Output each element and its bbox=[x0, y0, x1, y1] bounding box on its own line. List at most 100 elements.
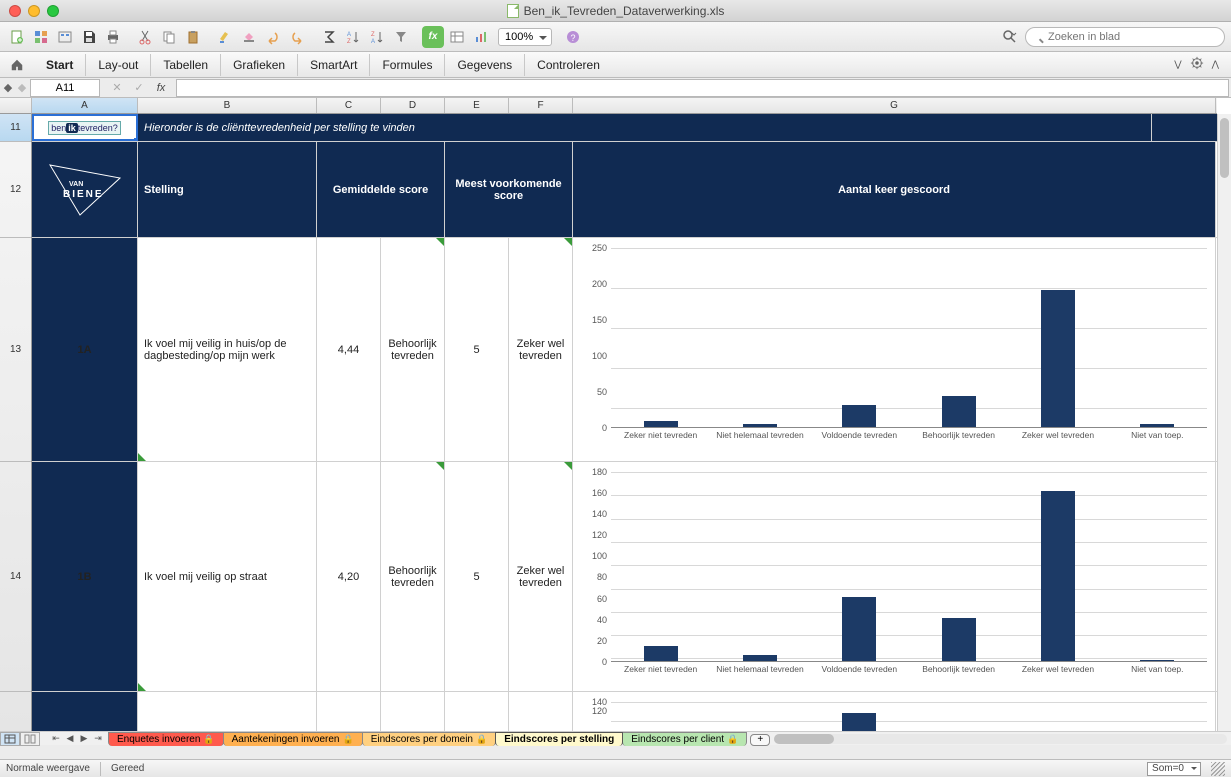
search-dropdown-button[interactable] bbox=[999, 26, 1021, 48]
template-button[interactable] bbox=[54, 26, 76, 48]
cell-b11-merged[interactable]: Hieronder is de cliënttevredenheid per s… bbox=[138, 114, 1152, 141]
sheet-tab-enquetes[interactable]: Enquetes invoeren🔒 bbox=[108, 732, 224, 746]
tab-start[interactable]: Start bbox=[34, 54, 86, 76]
show-formulas-button[interactable] bbox=[446, 26, 468, 48]
cell-a14[interactable]: 1B bbox=[32, 462, 138, 691]
cell-e14[interactable]: 5 bbox=[445, 462, 509, 691]
row-header-13[interactable]: 13 bbox=[0, 238, 31, 462]
cut-button[interactable] bbox=[134, 26, 156, 48]
tab-data[interactable]: Gegevens bbox=[445, 54, 525, 76]
undo-button[interactable] bbox=[262, 26, 284, 48]
cell-c12-merged[interactable]: Gemiddelde score bbox=[317, 142, 445, 237]
cell-d13[interactable]: Behoorlijk tevreden bbox=[381, 238, 445, 461]
select-all-corner[interactable] bbox=[0, 98, 32, 114]
col-header-a[interactable]: A bbox=[32, 98, 138, 113]
home-button[interactable] bbox=[6, 54, 28, 76]
tab-charts[interactable]: Grafieken bbox=[221, 54, 298, 76]
next-sheet-button[interactable]: ▶ bbox=[78, 733, 90, 745]
name-box[interactable] bbox=[30, 79, 100, 97]
add-sheet-button[interactable]: + bbox=[750, 734, 770, 746]
chevron-left-icon[interactable]: ◆ bbox=[2, 82, 14, 94]
cell-e15[interactable] bbox=[445, 692, 509, 731]
horizontal-scrollbar[interactable] bbox=[774, 734, 1227, 744]
sort-asc-button[interactable]: AZ bbox=[342, 26, 364, 48]
cell-a11[interactable]: beniktevreden? bbox=[32, 114, 138, 141]
col-header-f[interactable]: F bbox=[509, 98, 573, 113]
formula-input[interactable] bbox=[176, 79, 1229, 97]
cell-f14[interactable]: Zeker wel tevreden bbox=[509, 462, 573, 691]
cell-f15[interactable] bbox=[509, 692, 573, 731]
col-header-g[interactable]: G bbox=[573, 98, 1216, 113]
last-sheet-button[interactable]: ⇥ bbox=[92, 733, 104, 745]
redo-button[interactable] bbox=[286, 26, 308, 48]
sheet-tab-client[interactable]: Eindscores per client🔒 bbox=[622, 732, 747, 746]
search-input[interactable] bbox=[1025, 27, 1225, 47]
tab-tables[interactable]: Tabellen bbox=[151, 54, 221, 76]
sheet-tab-aantekeningen[interactable]: Aantekeningen invoeren🔒 bbox=[223, 732, 363, 746]
scroll-thumb[interactable] bbox=[774, 734, 834, 744]
cell-c14[interactable]: 4,20 bbox=[317, 462, 381, 691]
cell-d14[interactable]: Behoorlijk tevreden bbox=[381, 462, 445, 691]
cell-g14[interactable]: 0 20 40 60 80 100 120 140 160 180 bbox=[573, 462, 1216, 691]
col-header-b[interactable]: B bbox=[138, 98, 317, 113]
col-header-e[interactable]: E bbox=[445, 98, 509, 113]
cell-b13[interactable]: Ik voel mij veilig in huis/op de dagbest… bbox=[138, 238, 317, 461]
chevron-down-icon[interactable]: ⋁ bbox=[1174, 59, 1181, 70]
sheet-tab-stelling[interactable]: Eindscores per stelling bbox=[495, 732, 623, 746]
fx-toggle-button[interactable]: fx bbox=[422, 26, 444, 48]
cell-a12[interactable]: VANBIENE bbox=[32, 142, 138, 237]
collapse-ribbon-button[interactable]: ⋀ bbox=[1212, 59, 1219, 70]
cell-a15[interactable] bbox=[32, 692, 138, 731]
cell-e13[interactable]: 5 bbox=[445, 238, 509, 461]
prev-sheet-button[interactable]: ◀ bbox=[64, 733, 76, 745]
cell-b14[interactable]: Ik voel mij veilig op straat bbox=[138, 462, 317, 691]
cell-g13[interactable]: 0 50 100 150 200 250 bbox=[573, 238, 1216, 461]
cell-f13[interactable]: Zeker wel tevreden bbox=[509, 238, 573, 461]
fx-button[interactable]: fx bbox=[152, 80, 170, 96]
copy-button[interactable] bbox=[158, 26, 180, 48]
cells-area[interactable]: beniktevreden? Hieronder is de cliënttev… bbox=[32, 114, 1217, 731]
clear-button[interactable] bbox=[238, 26, 260, 48]
cell-g12[interactable]: Aantal keer gescoord bbox=[573, 142, 1216, 237]
tab-review[interactable]: Controleren bbox=[525, 54, 612, 76]
page-layout-view-button[interactable] bbox=[20, 732, 40, 746]
resize-grip[interactable] bbox=[1211, 762, 1225, 776]
cancel-formula-button[interactable]: ✕ bbox=[108, 80, 126, 96]
row-header-12[interactable]: 12 bbox=[0, 142, 31, 238]
help-button[interactable]: ? bbox=[562, 26, 584, 48]
cell-a13[interactable]: 1A bbox=[32, 238, 138, 461]
save-button[interactable] bbox=[78, 26, 100, 48]
cell-b15[interactable] bbox=[138, 692, 317, 731]
print-button[interactable] bbox=[102, 26, 124, 48]
autosum-button[interactable] bbox=[318, 26, 340, 48]
format-painter-button[interactable] bbox=[214, 26, 236, 48]
normal-view-button[interactable] bbox=[0, 732, 20, 746]
sheet-tab-domein[interactable]: Eindscores per domein🔒 bbox=[362, 732, 497, 746]
new-doc-button[interactable] bbox=[6, 26, 28, 48]
sum-selector[interactable]: Som=0 bbox=[1147, 762, 1201, 776]
ribbon-settings-button[interactable] bbox=[1190, 56, 1204, 73]
tab-layout[interactable]: Lay-out bbox=[86, 54, 151, 76]
open-button[interactable] bbox=[30, 26, 52, 48]
col-header-d[interactable]: D bbox=[381, 98, 445, 113]
cell-c15[interactable] bbox=[317, 692, 381, 731]
first-sheet-button[interactable]: ⇤ bbox=[50, 733, 62, 745]
cell-g15[interactable]: 140 120 bbox=[573, 692, 1216, 731]
row-header-11[interactable]: 11 bbox=[0, 114, 31, 142]
chart-button[interactable] bbox=[470, 26, 492, 48]
scroll-thumb[interactable] bbox=[1220, 118, 1229, 178]
accept-formula-button[interactable]: ✓ bbox=[130, 80, 148, 96]
col-header-c[interactable]: C bbox=[317, 98, 381, 113]
cell-b12[interactable]: Stelling bbox=[138, 142, 317, 237]
cell-c13[interactable]: 4,44 bbox=[317, 238, 381, 461]
cell-e12-merged[interactable]: Meest voorkomende score bbox=[445, 142, 573, 237]
sort-desc-button[interactable]: ZA bbox=[366, 26, 388, 48]
selection-handle[interactable] bbox=[134, 138, 138, 141]
row-header-14[interactable]: 14 bbox=[0, 462, 31, 692]
vertical-scrollbar[interactable] bbox=[1217, 114, 1231, 731]
zoom-selector[interactable]: 100% bbox=[498, 28, 552, 46]
filter-button[interactable] bbox=[390, 26, 412, 48]
paste-button[interactable] bbox=[182, 26, 204, 48]
tab-smartart[interactable]: SmartArt bbox=[298, 54, 370, 76]
cell-d15[interactable] bbox=[381, 692, 445, 731]
